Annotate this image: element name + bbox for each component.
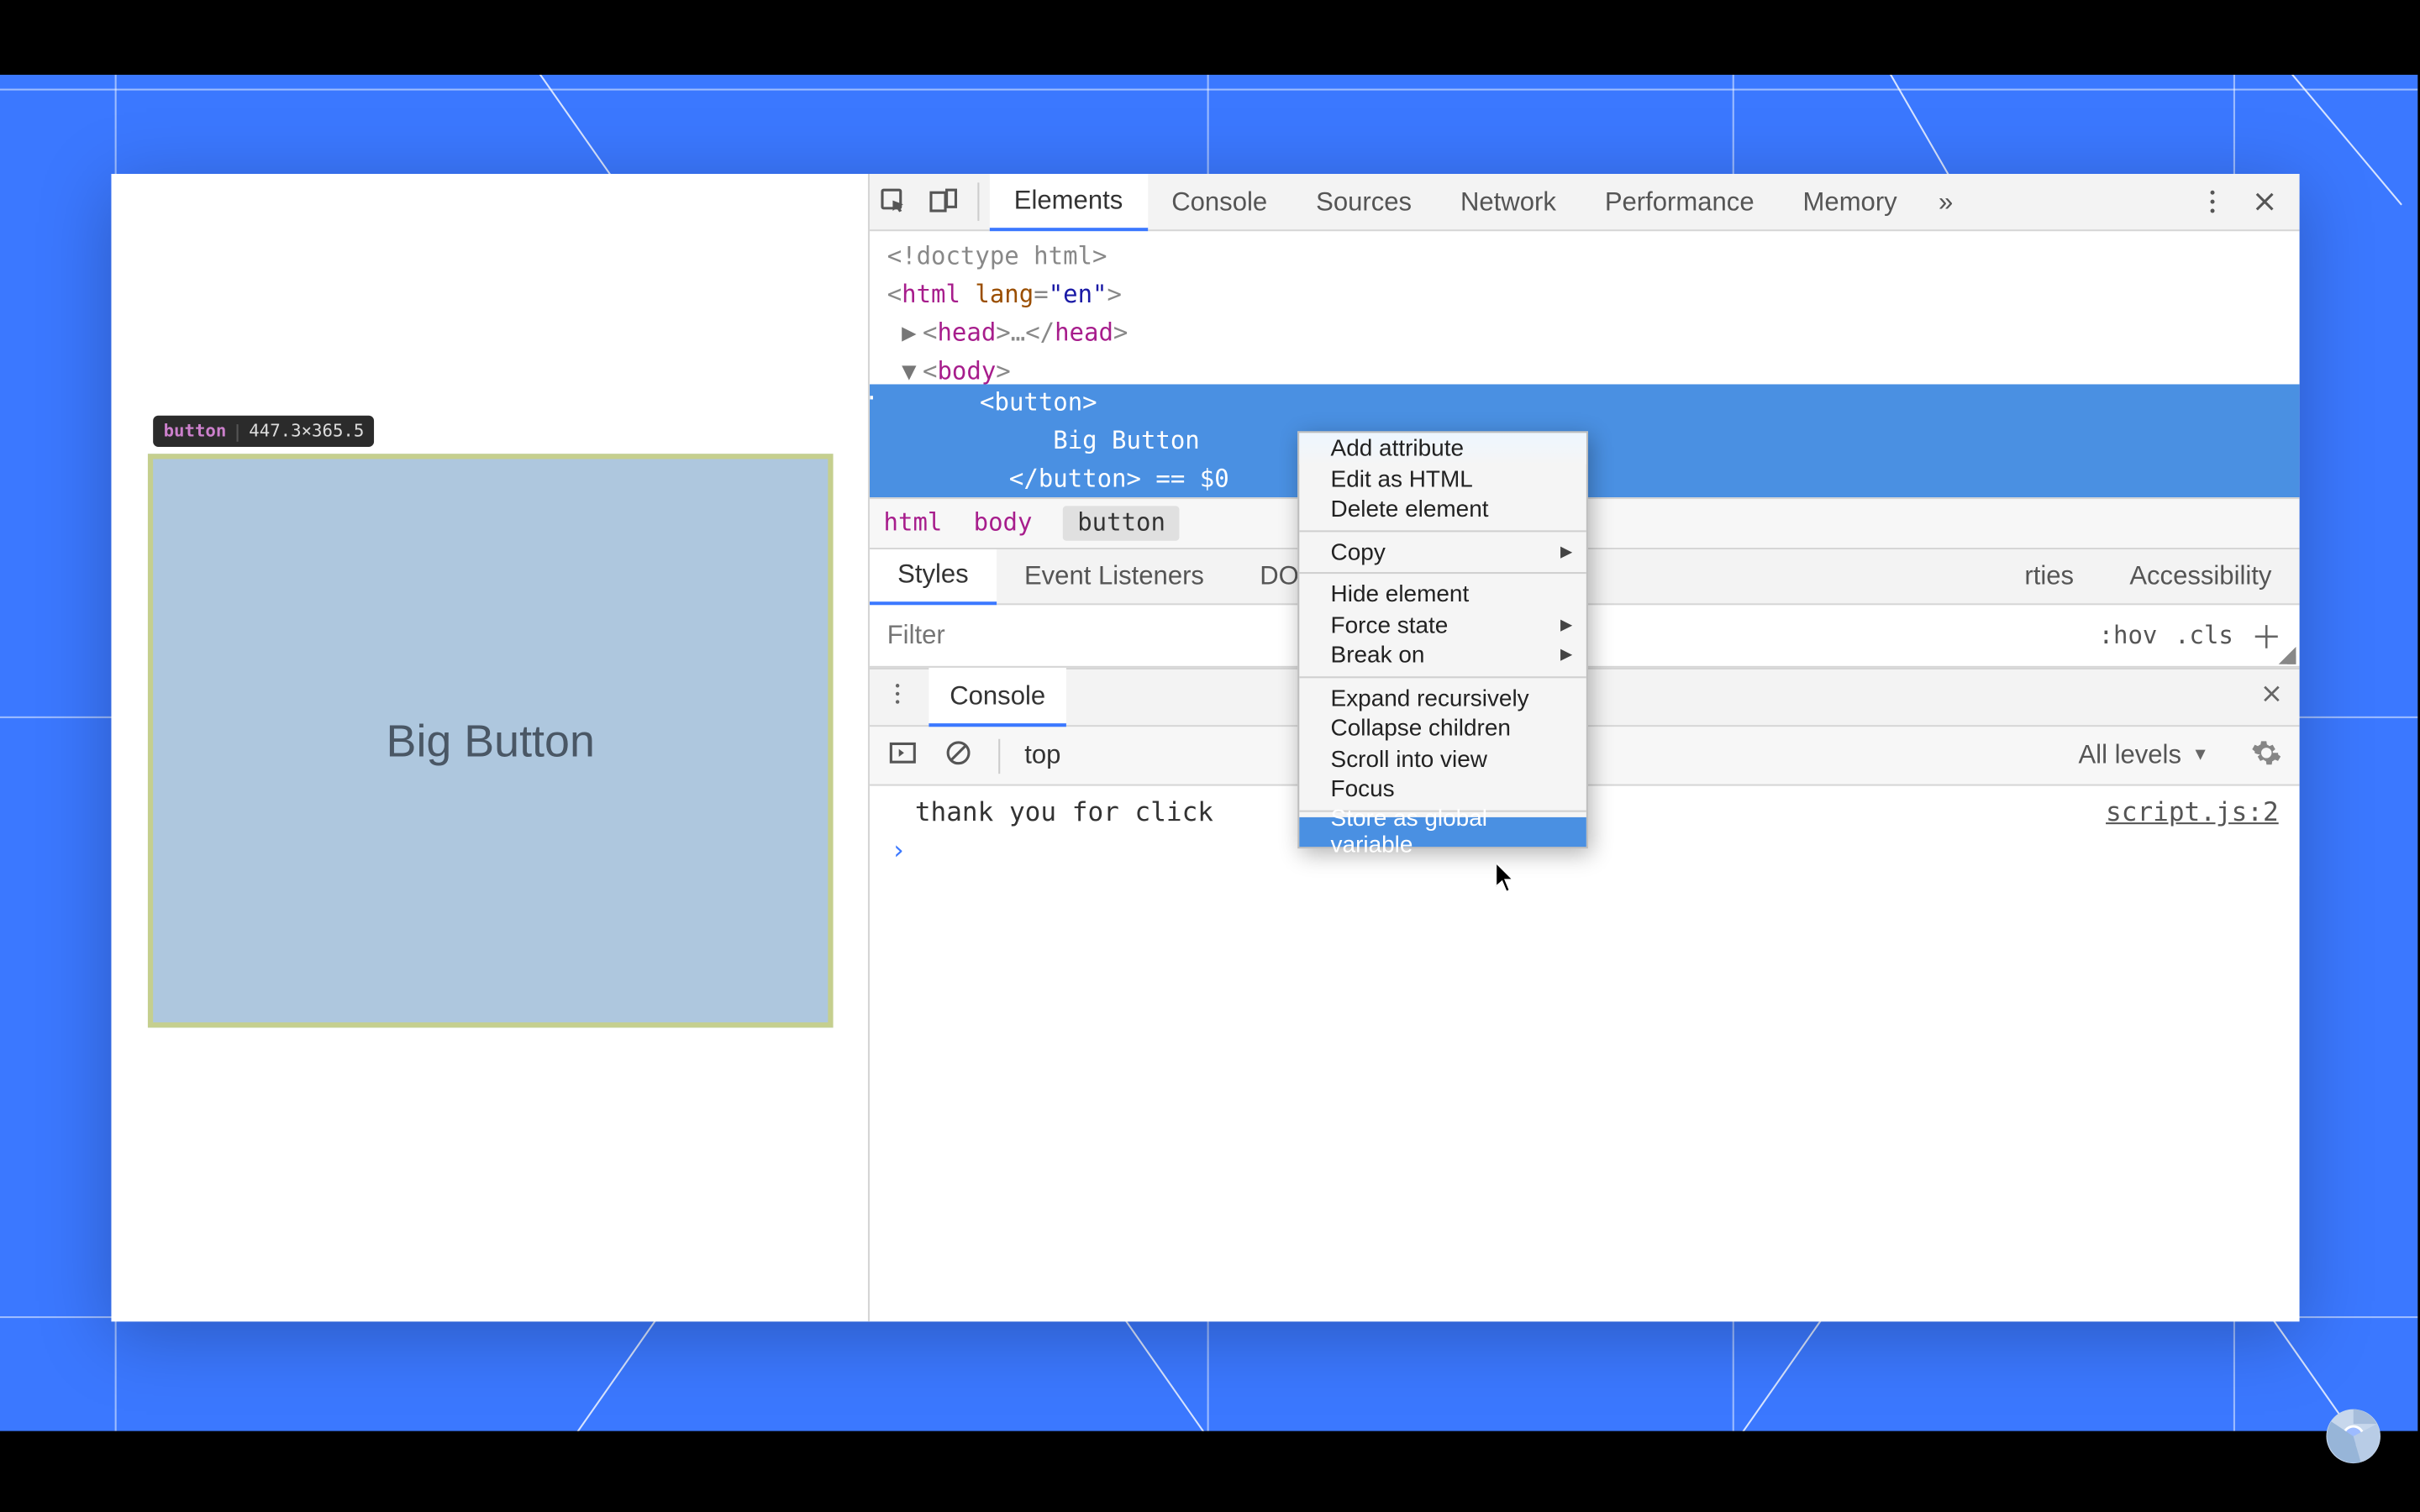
- ctx-hide-element[interactable]: Hide element: [1299, 579, 1586, 609]
- tab-sources[interactable]: Sources: [1292, 173, 1436, 230]
- kebab-menu-icon[interactable]: [2188, 177, 2237, 226]
- chrome-logo-icon: [2324, 1407, 2383, 1475]
- tabs-overflow-icon[interactable]: »: [1922, 177, 1970, 226]
- hov-toggle[interactable]: :hov: [2099, 622, 2158, 649]
- stab-accessibility[interactable]: Accessibility: [2102, 549, 2299, 604]
- ctx-collapse-children[interactable]: Collapse children: [1299, 713, 1586, 743]
- ctx-scroll-into-view[interactable]: Scroll into view: [1299, 743, 1586, 774]
- tab-memory[interactable]: Memory: [1779, 173, 1922, 230]
- console-kebab-icon[interactable]: [884, 680, 912, 714]
- tab-performance[interactable]: Performance: [1581, 173, 1779, 230]
- new-style-rule-icon[interactable]: ＋: [2251, 613, 2282, 659]
- tab-elements[interactable]: Elements: [990, 173, 1147, 230]
- big-button[interactable]: Big Button: [148, 454, 834, 1027]
- console-settings-icon[interactable]: [2251, 737, 2282, 775]
- ctx-expand-recursively[interactable]: Expand recursively: [1299, 682, 1586, 712]
- big-button-label: Big Button: [387, 714, 595, 768]
- ctx-force-state[interactable]: Force state: [1299, 610, 1586, 640]
- cls-toggle[interactable]: .cls: [2175, 622, 2233, 649]
- devtools-window: button 447.3×365.5 Big Button Elements C: [111, 174, 2299, 1321]
- ctx-delete-element[interactable]: Delete element: [1299, 494, 1586, 524]
- ctx-copy[interactable]: Copy: [1299, 537, 1586, 567]
- tab-console[interactable]: Console: [1147, 173, 1292, 230]
- stab-event-listeners[interactable]: Event Listeners: [997, 549, 1232, 604]
- crumb-body[interactable]: body: [974, 510, 1033, 538]
- stab-properties[interactable]: rties: [2024, 549, 2102, 604]
- tooltip-dimensions: 447.3×365.5: [249, 423, 364, 442]
- log-levels-select[interactable]: All levels: [2078, 741, 2181, 770]
- device-toggle-icon[interactable]: [918, 177, 967, 226]
- console-log-source[interactable]: script.js:2: [2106, 796, 2279, 827]
- inspect-icon[interactable]: [870, 177, 918, 226]
- ctx-store-as-global[interactable]: Store as global variable: [1299, 816, 1586, 847]
- stab-styles[interactable]: Styles: [870, 549, 997, 604]
- context-menu: Add attribute Edit as HTML Delete elemen…: [1297, 431, 1588, 848]
- console-context-select[interactable]: top: [1024, 741, 1060, 770]
- close-devtools-icon[interactable]: [2240, 177, 2289, 226]
- chevron-down-icon: ▼: [2191, 746, 2209, 765]
- console-log-message: thank you for click: [891, 796, 1213, 827]
- styles-filter-input[interactable]: [887, 621, 1235, 650]
- console-close-icon[interactable]: [2258, 679, 2286, 715]
- ctx-edit-as-html[interactable]: Edit as HTML: [1299, 464, 1586, 494]
- ctx-focus[interactable]: Focus: [1299, 774, 1586, 804]
- console-drawer-tab[interactable]: Console: [929, 668, 1066, 727]
- ctx-break-on[interactable]: Break on: [1299, 640, 1586, 670]
- clear-console-icon[interactable]: [943, 737, 974, 775]
- devtools-tabbar: Elements Console Sources Network Perform…: [870, 174, 2300, 231]
- crumb-button[interactable]: button: [1064, 506, 1180, 540]
- ctx-add-attribute[interactable]: Add attribute: [1299, 433, 1586, 463]
- crumb-html[interactable]: html: [884, 510, 943, 538]
- console-sidebar-toggle-icon[interactable]: [887, 737, 918, 775]
- page-preview: button 447.3×365.5 Big Button: [111, 174, 867, 1321]
- tab-network[interactable]: Network: [1436, 173, 1581, 230]
